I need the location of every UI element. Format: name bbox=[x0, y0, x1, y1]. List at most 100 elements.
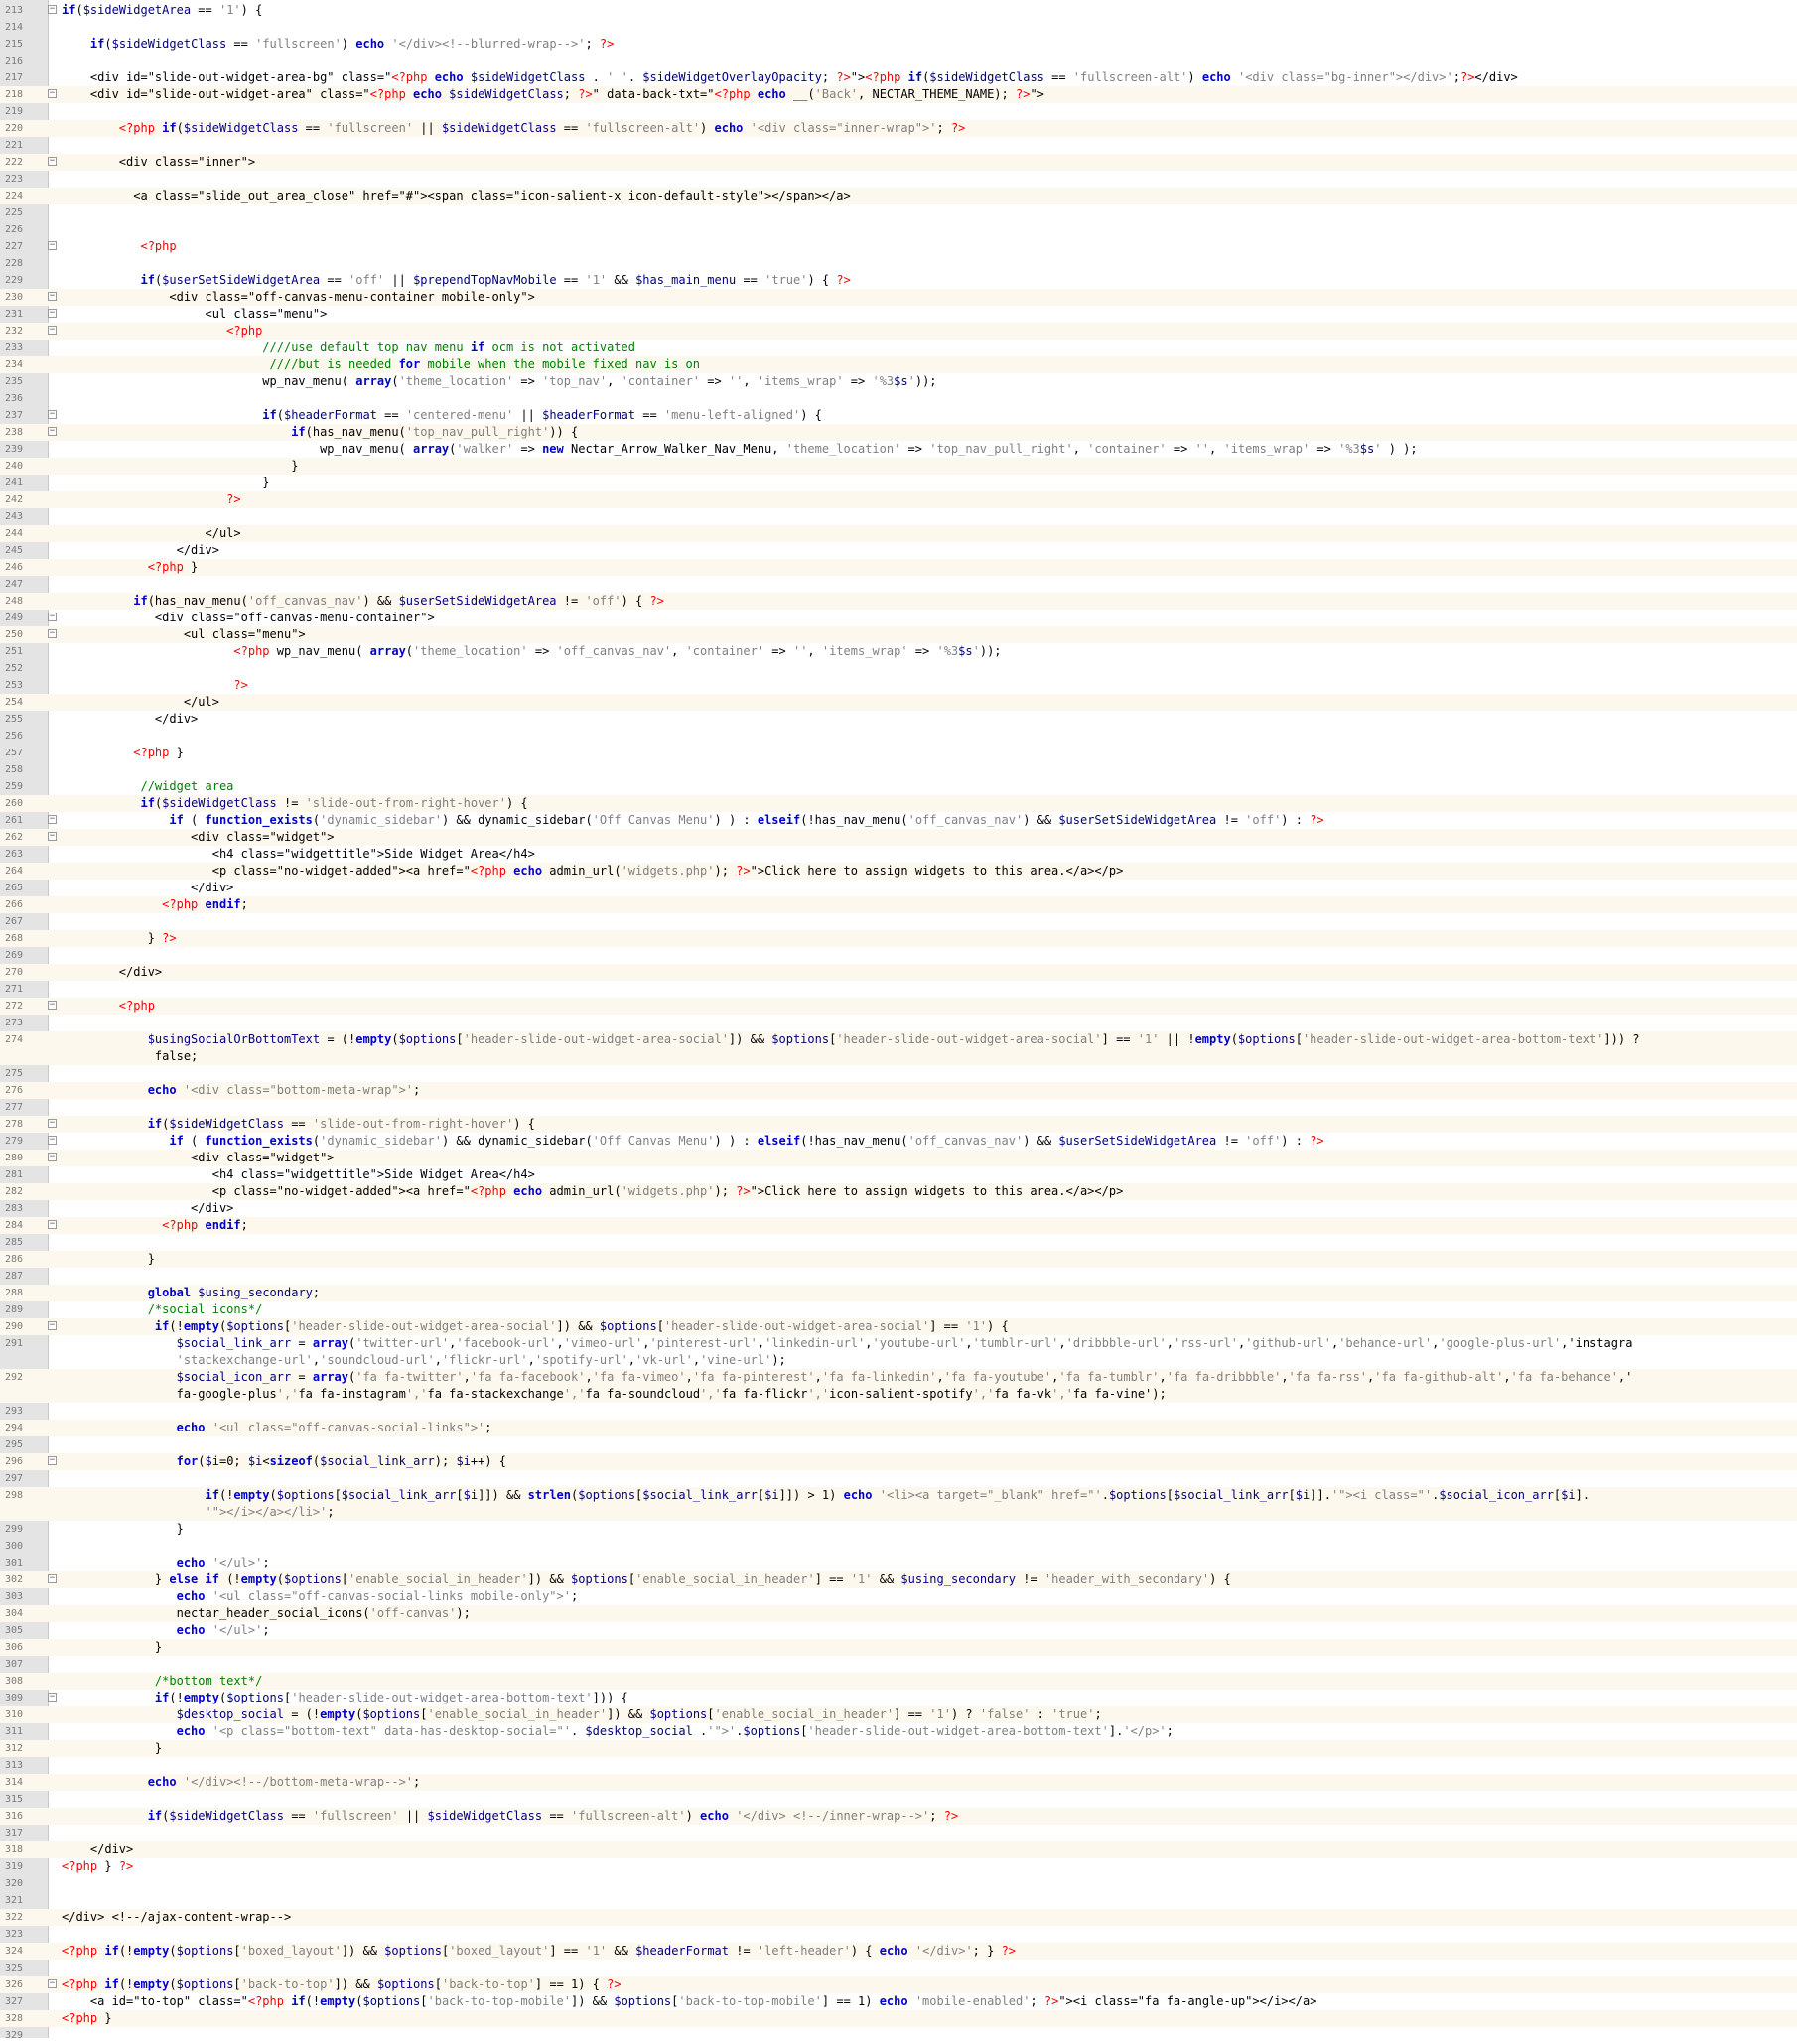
code-line[interactable]: 220 <?php if($sideWidgetClass == 'fullsc… bbox=[0, 120, 1797, 137]
code-line[interactable]: 245 </div> bbox=[0, 542, 1797, 559]
code-line[interactable]: 307 bbox=[0, 1656, 1797, 1673]
code-line[interactable]: 308 /*bottom text*/ bbox=[0, 1673, 1797, 1690]
code-line[interactable]: 312 } bbox=[0, 1740, 1797, 1757]
code-line[interactable]: 280 − <div class="widget"> bbox=[0, 1150, 1797, 1166]
fold-toggle-icon[interactable]: − bbox=[48, 1456, 57, 1465]
code-line[interactable]: 305 echo '</ul>'; bbox=[0, 1622, 1797, 1639]
fold-toggle-icon[interactable]: − bbox=[48, 1693, 57, 1702]
code-line[interactable]: 262 − <div class="widget"> bbox=[0, 829, 1797, 846]
code-line[interactable]: 252 bbox=[0, 660, 1797, 677]
code-line[interactable]: 269 bbox=[0, 947, 1797, 964]
code-line[interactable]: 247 bbox=[0, 576, 1797, 593]
code-line[interactable]: 271 bbox=[0, 981, 1797, 998]
code-line[interactable]: 277 bbox=[0, 1099, 1797, 1116]
code-line[interactable]: 319 <?php } ?> bbox=[0, 1858, 1797, 1875]
code-line[interactable]: 272 − <?php bbox=[0, 998, 1797, 1015]
code-line[interactable]: 290 − if(!empty($options['header-slide-ou… bbox=[0, 1318, 1797, 1335]
code-line[interactable]: 306 } bbox=[0, 1639, 1797, 1656]
code-line[interactable]: 309 − if(!empty($options['header-slide-ou… bbox=[0, 1690, 1797, 1706]
fold-toggle-icon[interactable]: − bbox=[48, 1979, 57, 1988]
code-line[interactable]: 264 <p class="no-widget-added"><a href="… bbox=[0, 863, 1797, 880]
code-line[interactable]: 273 bbox=[0, 1015, 1797, 1031]
code-line[interactable]: 325 bbox=[0, 1960, 1797, 1976]
code-line[interactable]: 229 if($userSetSideWidgetArea == 'off' |… bbox=[0, 272, 1797, 289]
code-line[interactable]: 278 − if($sideWidgetClass == 'slide-out-f… bbox=[0, 1116, 1797, 1133]
code-line[interactable]: 249 − <div class="off-canvas-menu-contain… bbox=[0, 610, 1797, 626]
code-line[interactable]: 254 </ul> bbox=[0, 694, 1797, 711]
code-line[interactable]: 266 <?php endif; bbox=[0, 896, 1797, 913]
code-line[interactable]: 240 } bbox=[0, 458, 1797, 475]
code-line[interactable]: 251 <?php wp_nav_menu( array('theme_loca… bbox=[0, 643, 1797, 660]
code-line[interactable]: 219 bbox=[0, 103, 1797, 120]
code-line[interactable]: 310 $desktop_social = (!empty($options['… bbox=[0, 1706, 1797, 1723]
code-line[interactable]: 323 bbox=[0, 1926, 1797, 1943]
code-line[interactable]: 297 bbox=[0, 1470, 1797, 1487]
code-line[interactable]: 274 $usingSocialOrBottomText = (!empty($… bbox=[0, 1031, 1797, 1065]
code-line[interactable]: 279 − if ( function_exists('dynamic_sideb… bbox=[0, 1133, 1797, 1150]
fold-toggle-icon[interactable]: − bbox=[48, 1321, 57, 1330]
code-line[interactable]: 214 bbox=[0, 19, 1797, 36]
code-line[interactable]: 241 } bbox=[0, 475, 1797, 491]
fold-toggle-icon[interactable]: − bbox=[48, 1153, 57, 1161]
code-editor[interactable]: 213− if($sideWidgetArea == '1') {214 215 i… bbox=[0, 0, 1797, 2041]
code-line[interactable]: 250 − <ul class="menu"> bbox=[0, 626, 1797, 643]
code-line[interactable]: 294 echo '<ul class="off-canvas-social-l… bbox=[0, 1420, 1797, 1436]
fold-toggle-icon[interactable]: − bbox=[48, 5, 57, 14]
code-line[interactable]: 315 bbox=[0, 1791, 1797, 1808]
code-line[interactable]: 265 </div> bbox=[0, 880, 1797, 896]
code-line[interactable]: 275 bbox=[0, 1065, 1797, 1082]
code-line[interactable]: 318 </div> bbox=[0, 1841, 1797, 1858]
code-line[interactable]: 300 bbox=[0, 1538, 1797, 1555]
code-line[interactable]: 295 bbox=[0, 1436, 1797, 1453]
code-line[interactable]: 329 bbox=[0, 2027, 1797, 2044]
code-line[interactable]: 260 if($sideWidgetClass != 'slide-out-fr… bbox=[0, 795, 1797, 812]
fold-toggle-icon[interactable]: − bbox=[48, 832, 57, 841]
code-line[interactable]: 303 echo '<ul class="off-canvas-social-l… bbox=[0, 1588, 1797, 1605]
code-line[interactable]: 230 − <div class="off-canvas-menu-contain… bbox=[0, 289, 1797, 306]
code-line[interactable]: 253 ?> bbox=[0, 677, 1797, 694]
code-line[interactable]: 322 </div> <!--/ajax-content-wrap--> bbox=[0, 1909, 1797, 1926]
code-line[interactable]: 213 − if($sideWidgetArea == '1') { bbox=[0, 2, 1797, 19]
code-line[interactable]: 287 bbox=[0, 1268, 1797, 1285]
code-line[interactable]: 304 nectar_header_social_icons('off-canv… bbox=[0, 1605, 1797, 1622]
fold-toggle-icon[interactable]: − bbox=[48, 326, 57, 335]
code-line[interactable]: 268 } ?> bbox=[0, 930, 1797, 947]
code-line[interactable]: 321 bbox=[0, 1892, 1797, 1909]
code-line[interactable]: 324 <?php if(!empty($options['boxed_layou… bbox=[0, 1943, 1797, 1960]
code-line[interactable]: 243 bbox=[0, 508, 1797, 525]
fold-toggle-icon[interactable]: − bbox=[48, 629, 57, 638]
code-line[interactable]: 237 − if($headerFormat == 'centered-menu'… bbox=[0, 407, 1797, 424]
code-line[interactable]: 292 $social_icon_arr = array('fa fa-twit… bbox=[0, 1369, 1797, 1403]
code-line[interactable]: 320 bbox=[0, 1875, 1797, 1892]
code-line[interactable]: 239 wp_nav_menu( array('walker' => new N… bbox=[0, 441, 1797, 458]
code-line[interactable]: 286 } bbox=[0, 1251, 1797, 1268]
code-line[interactable]: 233 ////use default top nav menu if ocm … bbox=[0, 340, 1797, 356]
code-line[interactable]: 216 bbox=[0, 53, 1797, 69]
code-line[interactable]: 282 <p class="no-widget-added"><a href="… bbox=[0, 1183, 1797, 1200]
code-line[interactable]: 289 /*social icons*/ bbox=[0, 1301, 1797, 1318]
code-line[interactable]: 302 − } else if (!empty($options['enable_… bbox=[0, 1571, 1797, 1588]
code-line[interactable]: 228 bbox=[0, 255, 1797, 272]
code-line[interactable]: 263 <h4 class="widgettitle">Side Widget … bbox=[0, 846, 1797, 863]
fold-toggle-icon[interactable]: − bbox=[48, 1001, 57, 1010]
code-line[interactable]: 248 if(has_nav_menu('off_canvas_nav') &&… bbox=[0, 593, 1797, 610]
code-line[interactable]: 276 echo '<div class="bottom-meta-wrap">… bbox=[0, 1082, 1797, 1099]
code-line[interactable]: 242 ?> bbox=[0, 491, 1797, 508]
code-line[interactable]: 257 <?php } bbox=[0, 745, 1797, 761]
code-line[interactable]: 224 <a class="slide_out_area_close" href… bbox=[0, 188, 1797, 204]
code-line[interactable]: 223 bbox=[0, 171, 1797, 188]
code-line[interactable]: 314 echo '</div><!--/bottom-meta-wrap-->… bbox=[0, 1774, 1797, 1791]
fold-toggle-icon[interactable]: − bbox=[48, 1574, 57, 1583]
fold-toggle-icon[interactable]: − bbox=[48, 613, 57, 621]
code-line[interactable]: 225 bbox=[0, 204, 1797, 221]
code-line[interactable]: 222 − <div class="inner"> bbox=[0, 154, 1797, 171]
fold-toggle-icon[interactable]: − bbox=[48, 815, 57, 824]
code-line[interactable]: 234 ////but is needed for mobile when th… bbox=[0, 356, 1797, 373]
fold-toggle-icon[interactable]: − bbox=[48, 292, 57, 301]
code-line[interactable]: 281 <h4 class="widgettitle">Side Widget … bbox=[0, 1166, 1797, 1183]
fold-toggle-icon[interactable]: − bbox=[48, 241, 57, 250]
code-line[interactable]: 232 − <?php bbox=[0, 323, 1797, 340]
code-line[interactable]: 258 bbox=[0, 761, 1797, 778]
fold-toggle-icon[interactable]: − bbox=[48, 427, 57, 436]
code-line[interactable]: 311 echo '<p class="bottom-text" data-ha… bbox=[0, 1723, 1797, 1740]
